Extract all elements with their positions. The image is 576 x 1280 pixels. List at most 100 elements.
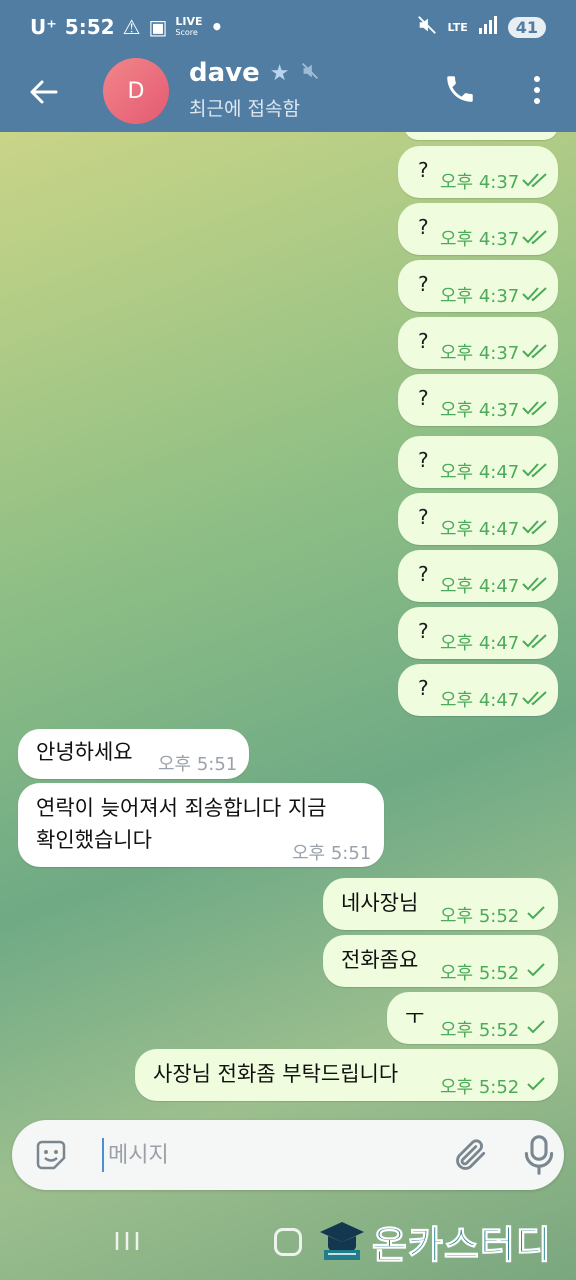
double-check-icon [522, 634, 547, 649]
more-vert-icon[interactable] [527, 70, 547, 110]
score-label: Score [175, 28, 198, 37]
message-time: 오후 4:47 [440, 576, 520, 597]
status-bar: U⁺ 5:52 ⚠ ▣ LIVE Score • LTE 41 [0, 0, 576, 54]
message-time: 오후 4:47 [440, 519, 520, 540]
message-time: 오후 4:37 [440, 343, 520, 364]
avatar-letter: D [127, 78, 145, 104]
single-check-icon [527, 1077, 545, 1091]
clock: 5:52 [64, 15, 115, 39]
message-bubble-partial [404, 132, 558, 140]
message-text-line1: 연락이 늦어져서 죄송합니다 지금 [36, 796, 327, 820]
message-bubble[interactable]: ? 오후 4:37 [398, 260, 558, 312]
message-text: ? [418, 386, 429, 410]
message-text: 사장님 전화좀 부탁드립니다 [153, 1062, 399, 1086]
network-type: LTE [447, 20, 468, 34]
message-time: 오후 5:51 [292, 843, 372, 864]
sticker-icon[interactable] [32, 1136, 70, 1174]
muted-icon [299, 60, 321, 86]
signal-icon [478, 15, 498, 39]
message-bubble[interactable]: ? 오후 4:47 [398, 550, 558, 602]
watermark-logo: 온카스터디 [318, 1214, 552, 1269]
message-time: 오후 5:52 [440, 1077, 520, 1098]
double-check-icon [522, 463, 547, 478]
back-arrow-icon[interactable] [26, 74, 62, 110]
message-time: 오후 4:47 [440, 633, 520, 654]
home-button[interactable] [274, 1228, 302, 1256]
double-check-icon [522, 344, 547, 359]
warning-icon: ⚠ [122, 15, 141, 39]
double-check-icon [522, 691, 547, 706]
battery-indicator: 41 [507, 16, 546, 38]
paperclip-icon[interactable] [452, 1136, 490, 1174]
single-check-icon [527, 1020, 545, 1034]
message-bubble[interactable]: ? 오후 4:37 [398, 203, 558, 255]
message-time: 오후 4:47 [440, 690, 520, 711]
single-check-icon [527, 906, 545, 920]
message-time: 오후 4:47 [440, 462, 520, 483]
title-area[interactable]: dave ★ 최근에 접속함 [189, 58, 321, 121]
message-text: ㅜ [405, 1005, 425, 1029]
message-text: ? [418, 676, 429, 700]
message-text: ? [418, 562, 429, 586]
message-bubble[interactable]: 네사장님 오후 5:52 [323, 878, 558, 930]
contact-status: 최근에 접속함 [189, 98, 300, 120]
message-time: 오후 5:52 [440, 963, 520, 984]
double-check-icon [522, 520, 547, 535]
double-check-icon [522, 577, 547, 592]
message-bubble-incoming[interactable]: 안녕하세요 오후 5:51 [18, 729, 249, 779]
message-time: 오후 5:52 [440, 1020, 520, 1041]
message-text: 안녕하세요 [36, 740, 133, 764]
message-text: ? [418, 329, 429, 353]
message-text: ? [418, 505, 429, 529]
text-caret [102, 1138, 104, 1172]
message-bubble[interactable]: ? 오후 4:37 [398, 317, 558, 369]
graduation-cap-icon [320, 1221, 364, 1260]
dot-icon: • [210, 15, 224, 39]
system-nav-bar: 온카스터디 [0, 1200, 576, 1280]
message-list[interactable]: ? 오후 4:37 ? 오후 4:37 ? 오후 4:37 ? 오후 4:37 … [0, 132, 576, 1112]
message-bubble[interactable]: ? 오후 4:47 [398, 436, 558, 488]
carrier-label: U⁺ [30, 15, 57, 39]
message-bubble[interactable]: 사장님 전화좀 부탁드립니다 오후 5:52 [135, 1049, 558, 1101]
message-bubble[interactable]: ? 오후 4:47 [398, 493, 558, 545]
live-score-icon: LIVE Score [175, 16, 202, 38]
double-check-icon [522, 173, 547, 188]
message-bubble[interactable]: ㅜ 오후 5:52 [387, 992, 558, 1044]
double-check-icon [522, 230, 547, 245]
message-time: 오후 4:37 [440, 286, 520, 307]
message-bubble[interactable]: 전화좀요 오후 5:52 [323, 935, 558, 987]
live-label: LIVE [175, 15, 203, 28]
phone-icon[interactable] [443, 72, 479, 108]
message-time: 오후 4:37 [440, 229, 520, 250]
message-text: ? [418, 272, 429, 296]
star-icon: ★ [269, 60, 290, 86]
message-bubble[interactable]: ? 오후 4:47 [398, 607, 558, 659]
message-text: ? [418, 619, 429, 643]
double-check-icon [522, 401, 547, 416]
message-text: ? [418, 215, 429, 239]
mute-icon [416, 14, 438, 41]
contact-name: dave [189, 58, 260, 88]
message-bubble[interactable]: ? 오후 4:37 [398, 146, 558, 198]
message-bubble[interactable]: ? 오후 4:47 [398, 664, 558, 716]
message-text: 네사장님 [341, 891, 419, 915]
chat-header: D dave ★ 최근에 접속함 [0, 54, 576, 132]
message-input[interactable] [108, 1135, 408, 1175]
message-bubble[interactable]: ? 오후 4:37 [398, 374, 558, 426]
message-time: 오후 5:51 [158, 754, 238, 775]
recents-button[interactable] [114, 1230, 140, 1252]
message-composer [12, 1120, 564, 1190]
message-text-line2: 확인했습니다 [36, 828, 152, 852]
watermark-text: 온카스터디 [372, 1223, 552, 1268]
message-time: 오후 4:37 [440, 400, 520, 421]
screen-record-icon: ▣ [148, 15, 168, 39]
message-time: 오후 4:37 [440, 172, 520, 193]
double-check-icon [522, 287, 547, 302]
message-text: 전화좀요 [341, 948, 419, 972]
avatar[interactable]: D [103, 58, 169, 124]
message-text: ? [418, 448, 429, 472]
single-check-icon [527, 963, 545, 977]
message-time: 오후 5:52 [440, 906, 520, 927]
microphone-icon[interactable] [522, 1134, 556, 1176]
message-bubble-incoming[interactable]: 연락이 늦어져서 죄송합니다 지금 확인했습니다 오후 5:51 [18, 783, 384, 867]
